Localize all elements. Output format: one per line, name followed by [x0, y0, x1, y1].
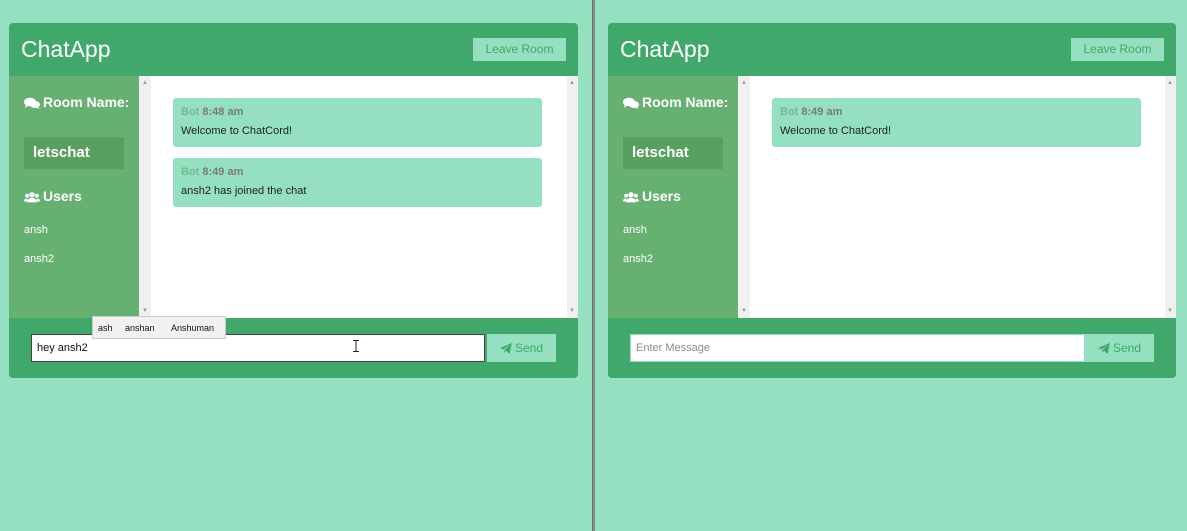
- message-text: Welcome to ChatCord!: [181, 125, 293, 137]
- room-name-heading: Room Name:: [24, 93, 129, 111]
- message: Bot 8:49 am Welcome to ChatCord!: [772, 98, 1141, 147]
- users-heading: Users: [623, 187, 681, 205]
- message-time: 8:49 am: [801, 106, 843, 118]
- scroll-down-arrow[interactable]: ▼: [142, 308, 148, 314]
- message-user: Bot: [181, 166, 200, 178]
- scroll-up-arrow[interactable]: ▲: [1167, 80, 1173, 86]
- right-window: ChatApp Leave Room Room Name: letschat U…: [595, 0, 1187, 531]
- message-text: Welcome to ChatCord!: [780, 125, 892, 137]
- sidebar: Room Name: letschat Users ansh ansh2: [9, 76, 139, 318]
- message: Bot 8:49 am ansh2 has joined the chat: [173, 158, 542, 207]
- message-user: Bot: [780, 106, 799, 118]
- chat-form: Enter Message Send: [608, 318, 1176, 378]
- send-label: Send: [514, 341, 544, 355]
- scroll-down-arrow[interactable]: ▼: [1167, 308, 1173, 314]
- users-heading: Users: [24, 187, 82, 205]
- user-item: ansh2: [623, 253, 653, 265]
- room-name-heading: Room Name:: [623, 93, 728, 111]
- message-time: 8:48 am: [202, 106, 244, 118]
- autocomplete-item[interactable]: ash: [98, 323, 113, 334]
- scroll-down-arrow[interactable]: ▼: [569, 308, 575, 314]
- autocomplete-item[interactable]: anshan: [125, 323, 155, 334]
- autocomplete-item[interactable]: Anshuman: [171, 323, 214, 334]
- user-item: ansh: [24, 224, 48, 236]
- sidebar-scrollbar[interactable]: ▲ ▼: [139, 76, 151, 318]
- message-meta: Bot 8:49 am: [780, 106, 842, 119]
- room-name-value: letschat: [24, 137, 124, 169]
- message: Bot 8:48 am Welcome to ChatCord!: [173, 98, 542, 147]
- scroll-down-arrow[interactable]: ▼: [741, 308, 747, 314]
- users-icon: [24, 192, 40, 203]
- paper-plane-icon: [1097, 343, 1110, 355]
- chat-messages: Bot 8:48 am Welcome to ChatCord! Bot 8:4…: [151, 76, 567, 318]
- user-item: ansh2: [24, 253, 54, 265]
- message-meta: Bot 8:49 am: [181, 166, 243, 179]
- messages-scrollbar[interactable]: ▲ ▼: [1165, 76, 1176, 318]
- users-label: Users: [43, 188, 82, 204]
- user-item: ansh: [623, 224, 647, 236]
- chat-messages: Bot 8:49 am Welcome to ChatCord!: [750, 76, 1166, 318]
- app-header: ChatApp Leave Room: [608, 23, 1176, 76]
- sidebar-scrollbar[interactable]: ▲ ▼: [738, 76, 750, 318]
- scroll-up-arrow[interactable]: ▲: [142, 80, 148, 86]
- leave-room-button[interactable]: Leave Room: [473, 38, 566, 61]
- sidebar: Room Name: letschat Users ansh ansh2: [608, 76, 738, 318]
- left-window: ChatApp Leave Room Room Name: letschat U…: [0, 0, 592, 531]
- send-label: Send: [1112, 341, 1142, 355]
- leave-room-button[interactable]: Leave Room: [1071, 38, 1164, 61]
- chat-app: ChatApp Leave Room Room Name: letschat U…: [608, 23, 1176, 378]
- comments-icon: [24, 98, 40, 110]
- users-icon: [623, 192, 639, 203]
- app-title: ChatApp: [21, 36, 111, 62]
- room-name-label: Room Name:: [642, 94, 729, 110]
- scroll-up-arrow[interactable]: ▲: [569, 80, 575, 86]
- text-cursor-icon: [353, 340, 359, 352]
- messages-scrollbar[interactable]: ▲ ▼: [567, 76, 578, 318]
- paper-plane-icon: [499, 343, 512, 355]
- send-button[interactable]: Send: [1085, 334, 1154, 362]
- users-label: Users: [642, 188, 681, 204]
- message-meta: Bot 8:48 am: [181, 106, 243, 119]
- message-text: ansh2 has joined the chat: [181, 185, 307, 197]
- message-user: Bot: [181, 106, 200, 118]
- app-header: ChatApp Leave Room: [9, 23, 578, 76]
- comments-icon: [623, 98, 639, 110]
- autocomplete-dropdown: ash anshan Anshuman: [92, 316, 226, 339]
- message-time: 8:49 am: [202, 166, 244, 178]
- app-title: ChatApp: [620, 36, 710, 62]
- room-name-value: letschat: [623, 137, 723, 169]
- send-button[interactable]: Send: [487, 334, 556, 362]
- room-name-label: Room Name:: [43, 94, 130, 110]
- scroll-up-arrow[interactable]: ▲: [741, 80, 747, 86]
- message-input[interactable]: Enter Message: [630, 334, 1085, 362]
